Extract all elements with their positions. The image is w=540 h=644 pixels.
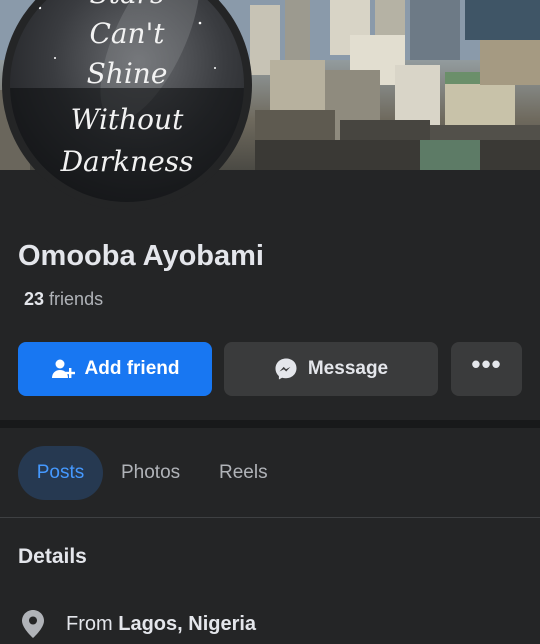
message-button[interactable]: Message [224, 342, 438, 396]
message-label: Message [307, 358, 389, 379]
add-friend-label: Add friend [84, 358, 180, 379]
from-prefix: From [66, 612, 113, 635]
avatar-image: Stars Can't Shine Without Darkness [10, 0, 244, 202]
add-friend-icon [51, 357, 75, 381]
messenger-icon [274, 357, 298, 381]
friends-count-number: 23 [24, 289, 45, 309]
tab-posts[interactable]: Posts [18, 446, 103, 500]
location-pin-icon [20, 609, 46, 639]
more-options-button[interactable]: ••• [451, 342, 522, 396]
avatar-quote-line: Stars [10, 0, 244, 8]
details-from-text: From Lagos, Nigeria [66, 613, 256, 636]
avatar-quote-line: Darkness [60, 145, 194, 178]
friends-count-label: friends [49, 289, 104, 309]
add-friend-button[interactable]: Add friend [18, 342, 212, 396]
profile-name: Omooba Ayobami [18, 240, 264, 272]
more-dots-icon: ••• [471, 349, 502, 379]
tabs-divider [0, 517, 540, 518]
profile-avatar[interactable]: Stars Can't Shine Without Darkness [2, 0, 252, 210]
avatar-quote-line: Can't [89, 17, 165, 50]
avatar-quote-line: Shine [86, 57, 168, 90]
details-heading: Details [18, 545, 87, 568]
from-place[interactable]: Lagos, Nigeria [118, 613, 256, 635]
tab-photos[interactable]: Photos [121, 446, 180, 500]
tab-reels[interactable]: Reels [219, 446, 268, 500]
section-divider [0, 420, 540, 428]
friends-count[interactable]: 23 friends [24, 289, 103, 310]
avatar-quote-line: Without [70, 103, 184, 136]
details-from-row: From Lagos, Nigeria [20, 609, 256, 639]
